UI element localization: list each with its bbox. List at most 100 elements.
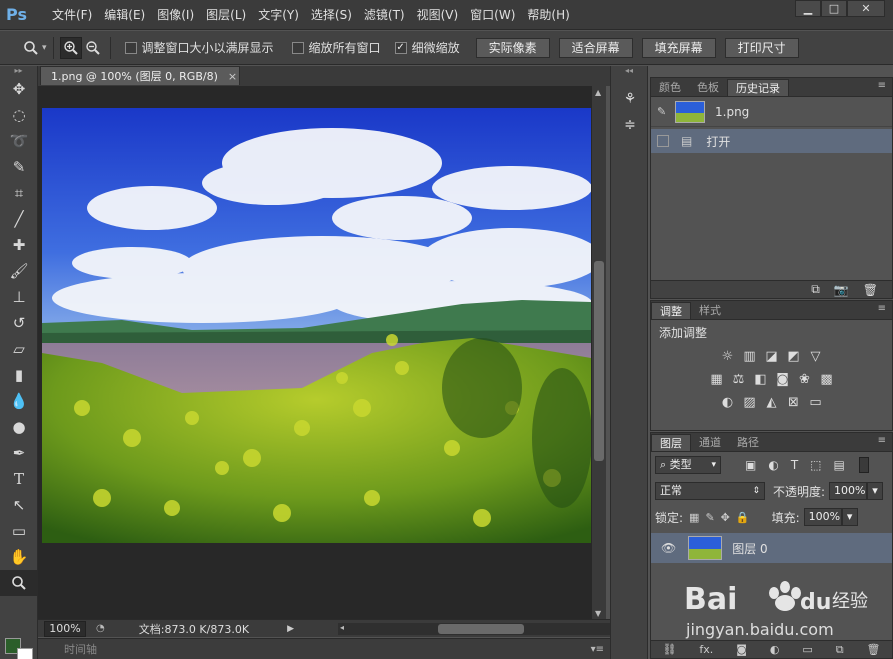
- layer-name[interactable]: 图层 0: [732, 540, 767, 557]
- checkmark-icon[interactable]: ✓: [394, 41, 407, 54]
- filter-shape-icon[interactable]: ⬚: [810, 458, 821, 472]
- blur-tool-icon[interactable]: 💧: [0, 388, 38, 414]
- menu-window[interactable]: 窗口(W): [464, 0, 521, 30]
- pen-tool-icon[interactable]: ✒: [0, 440, 38, 466]
- layer-row[interactable]: 👁 图层 0: [651, 533, 892, 563]
- menu-edit[interactable]: 编辑(E): [98, 0, 151, 30]
- panel-menu-icon[interactable]: ▾≡: [591, 644, 604, 655]
- vertical-scroll-thumb[interactable]: [594, 261, 604, 461]
- new-document-from-state-icon[interactable]: ⧉: [811, 282, 820, 297]
- exposure-icon[interactable]: ◩: [786, 349, 802, 365]
- panel-menu-icon[interactable]: ≡: [878, 80, 886, 91]
- eyedropper-tool-icon[interactable]: ╱: [0, 206, 38, 232]
- fx-icon[interactable]: fx.: [699, 643, 713, 656]
- tab-swatches[interactable]: 色板: [689, 79, 727, 96]
- history-brush-tool-icon[interactable]: ↺: [0, 310, 38, 336]
- move-tool-icon[interactable]: ✥: [0, 76, 38, 102]
- blend-mode-select[interactable]: 正常 ⇕: [655, 482, 765, 500]
- panel-grip-icon[interactable]: ◂◂: [611, 66, 647, 76]
- close-document-icon[interactable]: ×: [228, 70, 237, 83]
- zoom-level-field[interactable]: 100%: [44, 620, 86, 637]
- maximize-button[interactable]: □: [821, 0, 847, 17]
- type-tool-icon[interactable]: T: [0, 466, 38, 492]
- fit-screen-button[interactable]: 适合屏幕: [558, 37, 633, 58]
- brush-presets-icon[interactable]: ⚘: [611, 86, 649, 112]
- levels-icon[interactable]: ▥: [742, 349, 758, 365]
- actual-pixels-button[interactable]: 实际像素: [475, 37, 550, 58]
- curves-icon[interactable]: ◪: [764, 349, 780, 365]
- black-white-icon[interactable]: ◧: [753, 372, 769, 388]
- menu-view[interactable]: 视图(V): [411, 0, 465, 30]
- zoom-tool-icon[interactable]: [0, 570, 38, 596]
- tab-channels[interactable]: 通道: [691, 434, 729, 451]
- hand-tool-icon[interactable]: ✋: [0, 544, 38, 570]
- invert-icon[interactable]: ◐: [720, 395, 736, 411]
- menu-type[interactable]: 文字(Y): [252, 0, 305, 30]
- history-snapshot[interactable]: ✎ 1.png: [651, 97, 892, 127]
- color-balance-icon[interactable]: ⚖: [731, 372, 747, 388]
- new-snapshot-icon[interactable]: 📷: [834, 283, 849, 297]
- background-color-swatch[interactable]: [17, 648, 33, 659]
- filter-type-icon[interactable]: T: [791, 458, 798, 472]
- horizontal-scroll-thumb[interactable]: [438, 624, 524, 634]
- panel-grip-icon[interactable]: ▸▸: [0, 66, 37, 76]
- menu-filter[interactable]: 滤镜(T): [358, 0, 411, 30]
- tab-history[interactable]: 历史记录: [727, 79, 789, 96]
- filter-smart-object-icon[interactable]: ▤: [834, 458, 845, 472]
- zoom-all-windows-checkbox[interactable]: 缩放所有窗口: [291, 39, 381, 56]
- preset-dropdown-arrow-icon[interactable]: ▾: [42, 43, 47, 53]
- eraser-tool-icon[interactable]: ▱: [0, 336, 38, 362]
- crop-tool-icon[interactable]: ⌗: [0, 180, 38, 206]
- healing-brush-tool-icon[interactable]: ✚: [0, 232, 38, 258]
- zoom-tool-preset-icon[interactable]: [20, 37, 42, 59]
- properties-icon[interactable]: ≑: [611, 112, 649, 138]
- status-share-icon[interactable]: ◔: [96, 623, 105, 634]
- link-layers-icon[interactable]: ⛓: [662, 643, 676, 656]
- opacity-dropdown-arrow-icon[interactable]: ▾: [867, 482, 884, 500]
- trash-icon[interactable]: 🗑: [863, 283, 878, 297]
- selective-color-icon[interactable]: ⊠: [786, 395, 802, 411]
- rectangle-tool-icon[interactable]: ▭: [0, 518, 38, 544]
- path-select-tool-icon[interactable]: ↖: [0, 492, 38, 518]
- scroll-down-arrow-icon[interactable]: ▼: [595, 609, 601, 618]
- menu-help[interactable]: 帮助(H): [521, 0, 575, 30]
- brightness-contrast-icon[interactable]: ☼: [720, 349, 736, 365]
- tab-paths[interactable]: 路径: [729, 434, 767, 451]
- quick-select-tool-icon[interactable]: ✎: [0, 154, 38, 180]
- fill-field[interactable]: 100%: [803, 508, 842, 526]
- eye-visibility-icon[interactable]: 👁: [661, 541, 676, 555]
- trash-icon[interactable]: 🗑: [867, 643, 881, 656]
- scroll-left-arrow-icon[interactable]: ◂: [340, 623, 344, 632]
- channel-mixer-icon[interactable]: ❀: [797, 372, 813, 388]
- add-mask-icon[interactable]: ◙: [736, 643, 747, 656]
- dodge-tool-icon[interactable]: ●: [0, 414, 38, 440]
- checkbox-box[interactable]: [291, 41, 304, 54]
- lock-position-icon[interactable]: ✥: [721, 511, 730, 524]
- new-group-folder-icon[interactable]: ▭: [802, 643, 812, 656]
- photo-filter-icon[interactable]: ◙: [775, 372, 791, 388]
- tab-styles[interactable]: 样式: [691, 302, 729, 319]
- new-adjustment-layer-icon[interactable]: ◐: [770, 643, 780, 656]
- history-brush-source-icon[interactable]: ✎: [657, 105, 675, 118]
- brush-tool-icon[interactable]: 🖌: [0, 258, 38, 284]
- threshold-icon[interactable]: ◭: [764, 395, 780, 411]
- lasso-tool-icon[interactable]: ➰: [0, 128, 38, 154]
- lock-pixels-icon[interactable]: ✎: [705, 511, 714, 524]
- filter-adjustment-icon[interactable]: ◐: [768, 458, 778, 472]
- opacity-field[interactable]: 100%: [829, 482, 868, 500]
- horizontal-scrollbar[interactable]: ◂ ▸: [338, 623, 624, 635]
- scroll-up-arrow-icon[interactable]: ▲: [595, 88, 601, 97]
- status-menu-arrow-icon[interactable]: ▶: [287, 624, 294, 634]
- posterize-icon[interactable]: ▨: [742, 395, 758, 411]
- zoom-out-icon[interactable]: [82, 37, 104, 59]
- menu-select[interactable]: 选择(S): [305, 0, 358, 30]
- vibrance-icon[interactable]: ▽: [808, 349, 824, 365]
- vertical-scrollbar[interactable]: ▲ ▼: [592, 86, 606, 620]
- resize-window-checkbox[interactable]: 调整窗口大小以满屏显示: [124, 39, 274, 56]
- menu-image[interactable]: 图像(I): [151, 0, 200, 30]
- tab-color[interactable]: 颜色: [651, 79, 689, 96]
- close-button[interactable]: ✕: [847, 0, 885, 17]
- gradient-tool-icon[interactable]: ▮: [0, 362, 38, 388]
- filter-pixel-icon[interactable]: ▣: [745, 458, 756, 472]
- fill-dropdown-arrow-icon[interactable]: ▾: [841, 508, 858, 526]
